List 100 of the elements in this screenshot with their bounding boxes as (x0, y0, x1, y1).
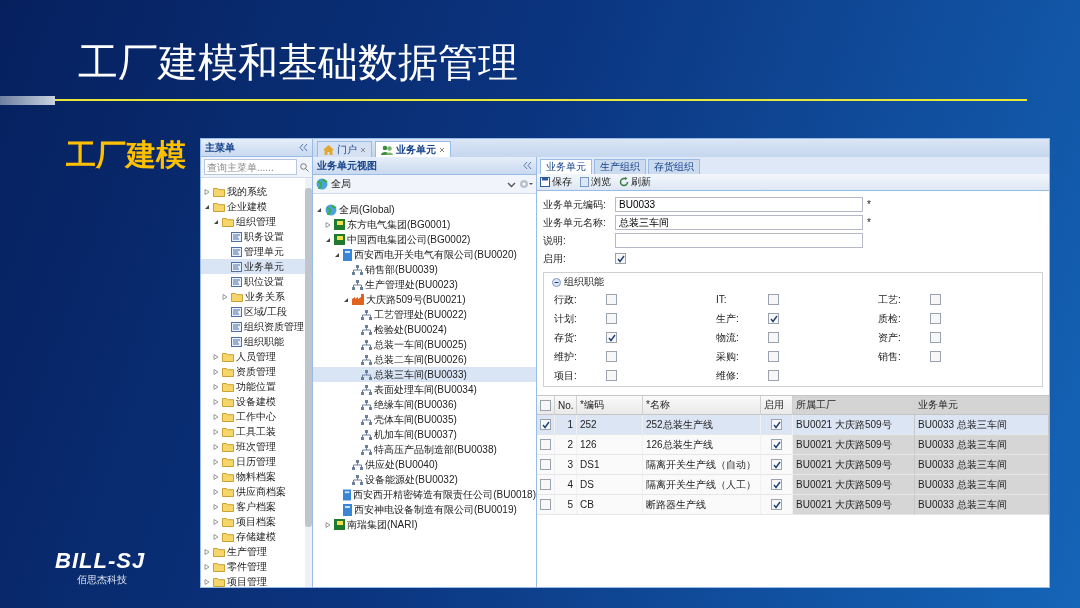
tree-item[interactable]: 西安西开精密铸造有限责任公司(BU0018) (313, 487, 536, 502)
tree-item[interactable]: 工艺管理处(BU0022) (313, 307, 536, 322)
tree-item[interactable]: 东方电气集团(BG0001) (313, 217, 536, 232)
checkbox[interactable] (771, 499, 782, 510)
tree-item[interactable]: 表面处理车间(BU0034) (313, 382, 536, 397)
checkbox[interactable] (771, 479, 782, 490)
tab[interactable]: 门户 (317, 141, 372, 157)
caret-icon[interactable] (334, 251, 340, 258)
checkbox[interactable] (771, 419, 782, 430)
tree-item[interactable]: 业务关系 (201, 289, 305, 304)
tree-item[interactable]: 资质管理 (201, 364, 305, 379)
collapse-icon[interactable] (552, 277, 561, 287)
scrollbar[interactable] (305, 178, 312, 587)
caret-icon[interactable] (204, 203, 210, 210)
tree-item[interactable]: 中国西电集团公司(BG0002) (313, 232, 536, 247)
tree-item[interactable]: 设备能源处(BU0032) (313, 472, 536, 487)
checkbox[interactable] (540, 459, 551, 470)
search-field[interactable]: 查询主菜单...... (204, 159, 297, 175)
column-header[interactable]: *名称 (643, 396, 761, 415)
tree-item[interactable]: 职务设置 (201, 229, 305, 244)
column-header[interactable]: 所属工厂 (793, 396, 915, 415)
checkbox[interactable] (771, 459, 782, 470)
tree-item[interactable]: 工具工装 (201, 424, 305, 439)
caret-icon[interactable] (343, 296, 349, 303)
tree-item[interactable]: 检验处(BU0024) (313, 322, 536, 337)
checkbox[interactable] (768, 313, 779, 324)
checkbox[interactable] (768, 370, 779, 381)
tree-item[interactable]: 供应处(BU0040) (313, 457, 536, 472)
input-field[interactable]: 总装三车间 (615, 215, 863, 230)
tree-item[interactable]: 我的系统 (201, 184, 305, 199)
tree-item[interactable]: 西安西电开关电气有限公司(BU0020) (313, 247, 536, 262)
checkbox[interactable] (930, 332, 941, 343)
tree-item[interactable]: 组织资质管理 (201, 319, 305, 334)
tree-item[interactable]: 功能位置 (201, 379, 305, 394)
column-header[interactable]: No. (555, 396, 577, 415)
tree-item[interactable]: 总装二车间(BU0026) (313, 352, 536, 367)
tree-item[interactable]: 客户档案 (201, 499, 305, 514)
close-icon[interactable] (439, 146, 445, 153)
tree-item[interactable]: 班次管理 (201, 439, 305, 454)
tree-item[interactable]: 人员管理 (201, 349, 305, 364)
column-header[interactable]: 启用 (761, 396, 793, 415)
checkbox[interactable] (606, 351, 617, 362)
input-field[interactable] (615, 233, 863, 248)
tree-item[interactable]: 销售部(BU0039) (313, 262, 536, 277)
tree-item[interactable]: 企业建模 (201, 199, 305, 214)
caret-icon[interactable] (325, 236, 331, 243)
checkbox[interactable] (606, 294, 617, 305)
tree-item[interactable]: 项目档案 (201, 514, 305, 529)
input-field[interactable]: BU0033 (615, 197, 863, 212)
checkbox[interactable] (606, 332, 617, 343)
tree-item[interactable]: 日历管理 (201, 454, 305, 469)
tree-item[interactable]: 区域/工段 (201, 304, 305, 319)
column-header[interactable]: *编码 (577, 396, 643, 415)
tab[interactable]: 业务单元 (375, 141, 451, 157)
tree-item[interactable]: 物料档案 (201, 469, 305, 484)
toolbar-button[interactable]: 保存 (540, 175, 572, 189)
tree-item[interactable]: 总装三车间(BU0033) (313, 367, 536, 382)
tab[interactable]: 业务单元 (540, 159, 592, 174)
caret-icon[interactable] (213, 218, 219, 225)
toolbar-button[interactable]: 刷新 (619, 175, 651, 189)
tree-item[interactable]: 特高压产品制造部(BU0038) (313, 442, 536, 457)
checkbox[interactable] (768, 294, 779, 305)
tree-item[interactable]: 西安神电设备制造有限公司(BU0019) (313, 502, 536, 517)
checkbox[interactable] (768, 351, 779, 362)
close-icon[interactable] (360, 146, 366, 153)
tree-item[interactable]: 零件管理 (201, 559, 305, 574)
checkbox[interactable] (540, 439, 551, 450)
checkbox[interactable] (615, 253, 626, 264)
checkbox[interactable] (771, 439, 782, 450)
tree-item[interactable]: 职位设置 (201, 274, 305, 289)
checkbox[interactable] (930, 313, 941, 324)
tree-item[interactable]: 业务单元 (201, 259, 305, 274)
checkbox[interactable] (540, 479, 551, 490)
caret-icon[interactable] (316, 206, 322, 213)
toolbar-button[interactable]: 浏览 (580, 175, 611, 189)
tree-item[interactable]: 供应商档案 (201, 484, 305, 499)
checkbox[interactable] (930, 351, 941, 362)
checkbox[interactable] (540, 399, 551, 411)
tree-item[interactable]: 设备建模 (201, 394, 305, 409)
search-icon[interactable] (300, 162, 309, 172)
tree-item[interactable]: 南瑞集团(NARI) (313, 517, 536, 532)
tab[interactable]: 生产组织 (594, 159, 646, 174)
tree-item[interactable]: 项目管理 (201, 574, 305, 587)
checkbox[interactable] (606, 370, 617, 381)
tree-item[interactable]: 生产管理 (201, 544, 305, 559)
tree-item[interactable]: 工作中心 (201, 409, 305, 424)
tree-item[interactable]: 生产管理处(BU0023) (313, 277, 536, 292)
checkbox[interactable] (768, 332, 779, 343)
tree-item[interactable]: 总装一车间(BU0025) (313, 337, 536, 352)
checkbox[interactable] (540, 419, 551, 430)
tree-item[interactable]: 大庆路509号(BU0021) (313, 292, 536, 307)
tree-item[interactable]: 绝缘车间(BU0036) (313, 397, 536, 412)
tree-item[interactable]: 机加车间(BU0037) (313, 427, 536, 442)
tab[interactable]: 存货组织 (648, 159, 700, 174)
checkbox[interactable] (606, 313, 617, 324)
tree-item[interactable]: 组织职能 (201, 334, 305, 349)
tree-item[interactable]: 管理单元 (201, 244, 305, 259)
tree-item[interactable]: 壳体车间(BU0035) (313, 412, 536, 427)
tree-item[interactable]: 存储建模 (201, 529, 305, 544)
column-header[interactable]: 业务单元 (915, 396, 1049, 415)
